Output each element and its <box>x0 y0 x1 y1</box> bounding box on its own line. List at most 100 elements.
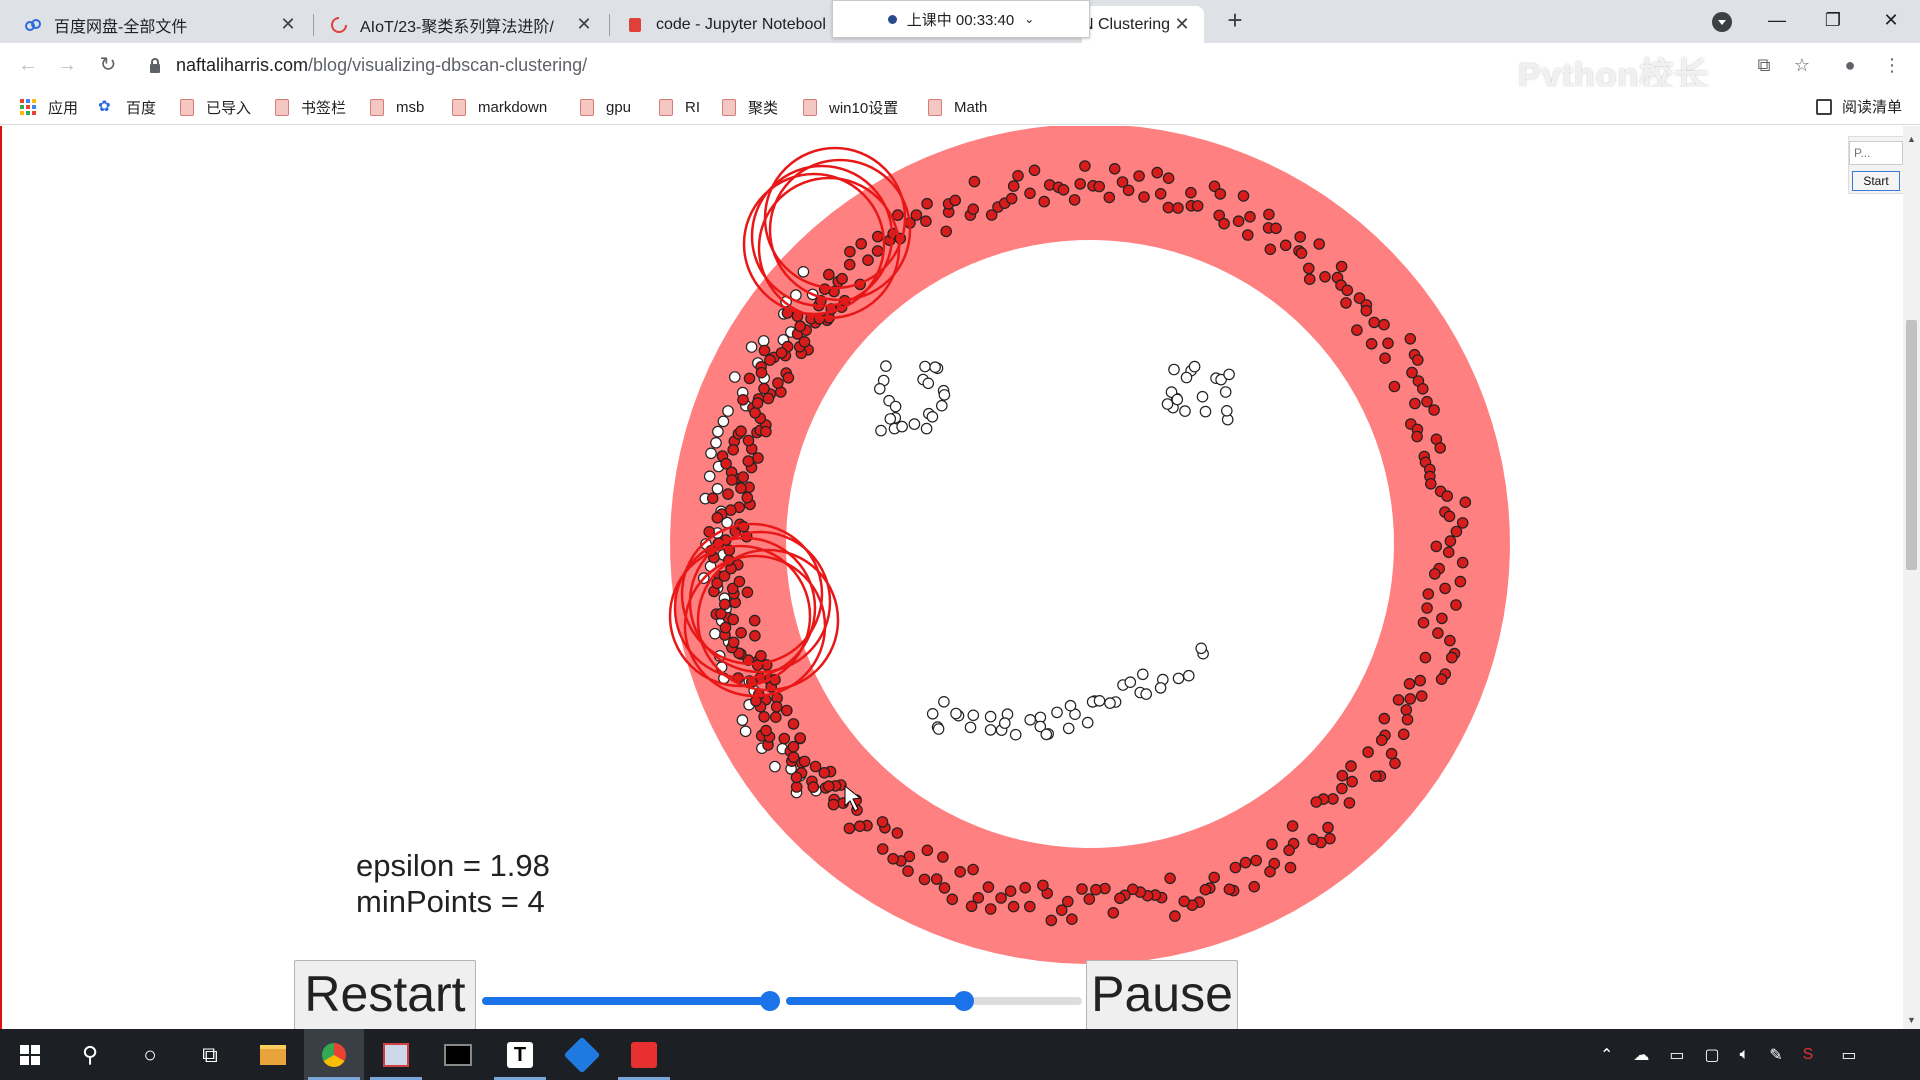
bookmark-folder[interactable]: markdown <box>452 96 547 118</box>
bookmark-folder[interactable]: gpu <box>580 96 631 118</box>
address-bar[interactable]: naftaliharris.com/blog/visualizing-dbsca… <box>138 49 1738 81</box>
unclustered-point <box>922 377 935 390</box>
baidu-pan-icon <box>25 18 41 31</box>
reading-list[interactable]: 阅读清单 <box>1815 96 1902 117</box>
unclustered-point <box>1124 676 1137 688</box>
unclustered-point <box>984 724 997 736</box>
tab-dbscan[interactable]: N Clustering ✕ <box>1082 6 1204 43</box>
reading-list-label: 阅读清单 <box>1841 99 1902 116</box>
presentation-app-icon[interactable] <box>614 1029 674 1080</box>
clustered-point <box>1151 166 1163 179</box>
forward-icon[interactable]: → <box>53 51 81 79</box>
minimize-button[interactable]: — <box>1752 0 1802 40</box>
bookmark-baidu[interactable]: ✿ 百度 <box>98 96 156 118</box>
bookmark-folder[interactable]: Math <box>928 96 987 118</box>
clustered-point <box>1284 861 1297 874</box>
back-icon[interactable]: ← <box>14 51 42 79</box>
task-view-icon[interactable]: ⧉ <box>180 1029 240 1080</box>
clustered-point <box>1336 782 1348 795</box>
unclustered-point <box>1140 688 1152 700</box>
cortana-icon[interactable]: ○ <box>120 1029 180 1080</box>
menu-icon[interactable]: ⋮ <box>1880 53 1904 77</box>
unclustered-point <box>739 725 752 738</box>
unclustered-point <box>1093 694 1106 707</box>
chevron-down-icon[interactable]: ⌄ <box>1024 12 1034 26</box>
close-icon[interactable]: ✕ <box>1172 14 1192 35</box>
tab-baidu-pan[interactable]: 百度网盘-全部文件 ✕ <box>10 6 310 43</box>
clustered-point <box>1382 337 1394 350</box>
minpoints-slider-handle[interactable] <box>953 991 974 1011</box>
bookmark-label: markdown <box>478 98 548 116</box>
reload-icon[interactable]: ↻ <box>94 51 122 79</box>
media-player-icon[interactable] <box>552 1029 612 1080</box>
mini-start-button[interactable]: Start <box>1852 171 1900 191</box>
scroll-up-icon[interactable]: ▲ <box>1907 134 1916 144</box>
bookmark-folder[interactable]: 已导入 <box>180 96 251 118</box>
chevron-up-icon[interactable]: ⌃ <box>1600 1045 1613 1065</box>
vertical-scrollbar[interactable]: ▲ ▼ <box>1903 126 1920 1029</box>
paint-app-icon[interactable] <box>366 1029 426 1080</box>
epsilon-slider[interactable] <box>482 991 781 1011</box>
new-tab-button[interactable]: + <box>1220 6 1250 36</box>
profile-icon[interactable]: ● <box>1838 53 1862 77</box>
restore-button[interactable]: ❐ <box>1808 0 1858 40</box>
class-timer[interactable]: 上课中 00:33:40 ⌄ <box>832 0 1090 38</box>
battery-icon[interactable]: ▭ <box>1669 1045 1684 1065</box>
system-tray: ⌃ ☁ ▭ ▢ 🔈︎ ✎ S ▭ <box>1590 1029 1866 1080</box>
bookmark-apps[interactable]: 应用 <box>20 96 78 118</box>
clustered-point <box>809 760 822 773</box>
close-icon[interactable]: ✕ <box>574 14 594 35</box>
scroll-down-icon[interactable]: ▼ <box>1907 1015 1916 1025</box>
clustered-point <box>871 230 884 243</box>
clustered-point <box>798 336 811 348</box>
network-icon[interactable]: ☁ <box>1633 1045 1649 1065</box>
dbscan-canvas[interactable] <box>0 126 1903 1029</box>
tab-search-icon[interactable] <box>1712 12 1732 32</box>
bookmark-folder[interactable]: 书签栏 <box>275 96 346 118</box>
file-explorer-icon[interactable] <box>243 1029 303 1080</box>
volume-icon[interactable]: 🔈︎ <box>1740 1046 1750 1064</box>
clustered-point <box>1019 881 1031 894</box>
clustered-point <box>1425 477 1437 490</box>
unclustered-point <box>1161 398 1174 410</box>
search-icon[interactable]: ⚲ <box>60 1029 120 1080</box>
bookmark-folder[interactable]: 聚类 <box>722 96 778 118</box>
input-method-icon[interactable]: S <box>1803 1046 1814 1064</box>
windows-start-icon[interactable] <box>0 1029 60 1080</box>
clustered-point <box>1450 599 1462 611</box>
url-host: naftaliharris.com <box>176 54 309 75</box>
unclustered-point <box>769 760 781 773</box>
translate-icon[interactable]: ⧉ <box>1752 53 1776 77</box>
close-window-button[interactable]: ✕ <box>1866 0 1916 40</box>
terminal-icon[interactable] <box>428 1029 488 1080</box>
typora-icon[interactable]: T <box>490 1029 550 1080</box>
clustered-point <box>1138 191 1150 203</box>
unclustered-point <box>950 707 962 720</box>
clustered-point <box>1403 677 1416 690</box>
unclustered-point <box>908 418 921 430</box>
clustered-point <box>1083 893 1096 905</box>
minpoints-slider[interactable] <box>786 991 1082 1011</box>
tab-jupyter[interactable]: code - Jupyter Notebook <box>612 6 837 43</box>
pen-icon[interactable]: ✎ <box>1769 1045 1782 1065</box>
mini-input[interactable]: P... <box>1849 141 1903 165</box>
clustered-point <box>968 175 981 188</box>
unclustered-point <box>712 425 724 438</box>
display-icon[interactable]: ▢ <box>1705 1045 1720 1065</box>
bookmark-folder[interactable]: RI <box>659 96 700 118</box>
tab-aiot[interactable]: AIoT/23-聚类系列算法进阶/ ✕ <box>316 6 606 43</box>
epsilon-slider-handle[interactable] <box>760 991 781 1011</box>
unclustered-point <box>1183 669 1195 682</box>
close-icon[interactable]: ✕ <box>278 14 298 35</box>
bookmark-star-icon[interactable]: ☆ <box>1790 53 1814 77</box>
bookmark-folder[interactable]: win10设置 <box>803 96 898 118</box>
notification-icon[interactable]: ▭ <box>1841 1045 1856 1065</box>
pause-button[interactable]: Pause <box>1086 960 1238 1029</box>
clustered-point <box>1191 200 1204 212</box>
clustered-point <box>1079 160 1091 172</box>
scrollbar-thumb[interactable] <box>1906 320 1917 570</box>
restart-button[interactable]: Restart <box>294 960 476 1029</box>
clustered-point <box>727 636 740 649</box>
chrome-icon[interactable] <box>304 1029 364 1080</box>
bookmark-folder[interactable]: msb <box>370 96 424 118</box>
